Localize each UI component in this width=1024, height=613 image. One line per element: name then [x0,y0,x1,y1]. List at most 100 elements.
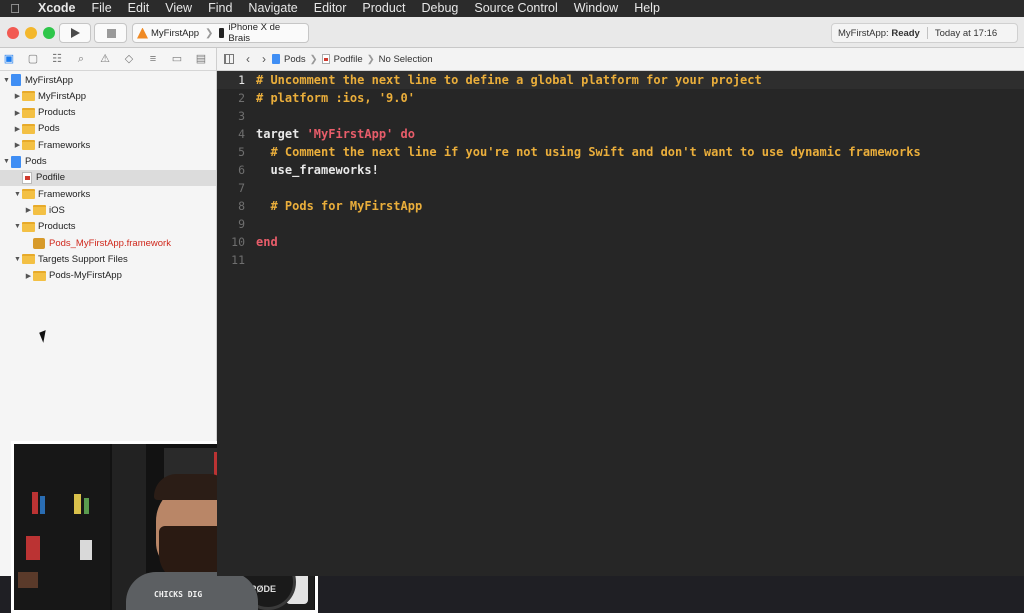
code-text: target 'MyFirstApp' do [247,127,415,141]
code-line[interactable]: 5 # Comment the next line if you're not … [217,143,1024,161]
back-arrow-icon[interactable]: ‹ [240,52,256,66]
run-button[interactable] [59,23,91,43]
source-control-icon[interactable]: ▢ [27,53,39,65]
minimize-window-button[interactable] [25,27,37,39]
jump-bar-project[interactable]: Pods [284,54,306,65]
menu-item-editor[interactable]: Editor [306,0,355,17]
breakpoint-icon[interactable]: ▭ [171,53,183,65]
file-tree-item[interactable]: ▶ Pods-MyFirstApp [0,268,216,284]
menu-item-product[interactable]: Product [354,0,413,17]
project-icon [272,54,280,64]
folder-icon[interactable]: ▣ [3,53,15,65]
menu-item-navigate[interactable]: Navigate [240,0,305,17]
warning-icon[interactable]: ⚠ [99,53,111,65]
code-line[interactable]: 10 end [217,233,1024,251]
file-tree-item[interactable]: ▶ MyFirstApp [0,88,216,104]
close-window-button[interactable] [7,27,19,39]
code-line[interactable]: 3 [217,107,1024,125]
menu-item-edit[interactable]: Edit [120,0,158,17]
navigator-tabs: ▣ ▢ ☷ ⌕ ⚠ ◇ ≡ ▭ ▤ [0,48,216,71]
file-tree-item[interactable]: ▶ iOS [0,202,216,218]
apple-icon[interactable]:  [0,1,30,16]
menu-item-source-control[interactable]: Source Control [466,0,565,17]
symbol-icon[interactable]: ☷ [51,53,63,65]
file-tree-item[interactable]: ▶ Frameworks [0,137,216,153]
code-line[interactable]: 9 [217,215,1024,233]
code-line[interactable]: 11 [217,251,1024,269]
disclosure-expanded-icon[interactable]: ▼ [13,223,22,230]
file-tree-item[interactable]: ▼ Pods [0,154,216,170]
file-tree-label: Podfile [36,172,66,184]
folder-icon [22,123,35,134]
line-number: 2 [238,91,245,105]
stop-icon [107,29,116,38]
folder-icon [22,189,35,200]
forward-arrow-icon[interactable]: › [256,52,272,66]
file-tree-item[interactable]: Pods_MyFirstApp.framework [0,235,216,251]
folder-icon [22,221,35,232]
disclosure-collapsed-icon[interactable]: ▶ [24,272,33,280]
chevron-right-icon: ❯ [205,27,214,39]
disclosure-collapsed-icon[interactable]: ▶ [13,141,22,149]
zoom-window-button[interactable] [43,27,55,39]
scheme-selector[interactable]: MyFirstApp ❯ iPhone X de Brais [132,22,309,44]
disclosure-expanded-icon[interactable]: ▼ [13,191,22,198]
project-file-icon [11,155,21,168]
disclosure-collapsed-icon[interactable]: ▶ [13,125,22,133]
file-tree-item[interactable]: ▼ Frameworks [0,186,216,202]
scheme-device[interactable]: iPhone X de Brais [215,22,308,44]
file-tree-item[interactable]: ▼ MyFirstApp [0,72,216,88]
folder-icon [22,140,35,151]
debug-icon[interactable]: ≡ [147,53,159,65]
menu-item-window[interactable]: Window [566,0,626,17]
stop-button[interactable] [94,23,127,43]
jump-bar-file[interactable]: Podfile [334,54,363,65]
chevron-right-icon: ❯ [309,53,318,65]
disclosure-expanded-icon[interactable]: ▼ [2,77,11,84]
line-number: 1 [238,73,245,87]
shirt-text: CHICKS DIG [154,590,203,599]
code-line[interactable]: 1 # Uncomment the next line to define a g… [217,71,1024,89]
disclosure-collapsed-icon[interactable]: ▶ [13,92,22,100]
related-items-icon[interactable] [224,54,234,64]
jump-bar-selection[interactable]: No Selection [379,54,433,65]
scheme-target[interactable]: MyFirstApp [133,27,203,39]
code-token: do [393,127,415,141]
project-file-icon [11,74,21,86]
file-tree-label: Targets Support Files [38,253,128,265]
code-line[interactable]: 2 # platform :ios, '9.0' [217,89,1024,107]
status-state: Ready [891,27,920,39]
search-icon[interactable]: ⌕ [75,53,87,65]
code-line[interactable]: 4 target 'MyFirstApp' do [217,125,1024,143]
jump-bar: ‹ › Pods ❯ Podfile ❯ No Selection [217,48,1024,71]
menu-item-find[interactable]: Find [200,0,240,17]
code-text: # Comment the next line if you're not us… [256,145,921,159]
disclosure-collapsed-icon[interactable]: ▶ [13,109,22,117]
folder-icon [33,205,46,216]
report-icon[interactable]: ▤ [195,53,207,65]
menu-item-file[interactable]: File [84,0,120,17]
chevron-right-icon: ❯ [366,53,375,65]
disclosure-expanded-icon[interactable]: ▼ [2,158,11,165]
test-icon[interactable]: ◇ [123,53,135,65]
menu-item-xcode[interactable]: Xcode [30,0,84,17]
menu-item-view[interactable]: View [157,0,200,17]
file-tree-item[interactable]: ▶ Products [0,105,216,121]
code-line[interactable]: 8 # Pods for MyFirstApp [217,197,1024,215]
folder-icon [33,270,46,281]
file-tree-item[interactable]: ▼ Targets Support Files [0,251,216,267]
file-tree-label: Pods-MyFirstApp [49,270,122,282]
code-line[interactable]: 7 [217,179,1024,197]
project-navigator: ▣ ▢ ☷ ⌕ ⚠ ◇ ≡ ▭ ▤ ▼ MyFirstApp ▶ MyFirstApp… [0,48,318,613]
status-app: MyFirstApp: [838,27,889,39]
disclosure-expanded-icon[interactable]: ▼ [13,256,22,263]
file-tree-item[interactable]: Podfile [0,169,216,186]
play-icon [71,28,80,38]
code-line[interactable]: 6 use_frameworks! [217,161,1024,179]
file-tree-item[interactable]: ▼ Products [0,219,216,235]
menu-item-debug[interactable]: Debug [414,0,467,17]
menu-item-help[interactable]: Help [626,0,668,17]
file-tree-item[interactable]: ▶ Pods [0,121,216,137]
disclosure-collapsed-icon[interactable]: ▶ [24,206,33,214]
code-text: end [256,235,278,249]
